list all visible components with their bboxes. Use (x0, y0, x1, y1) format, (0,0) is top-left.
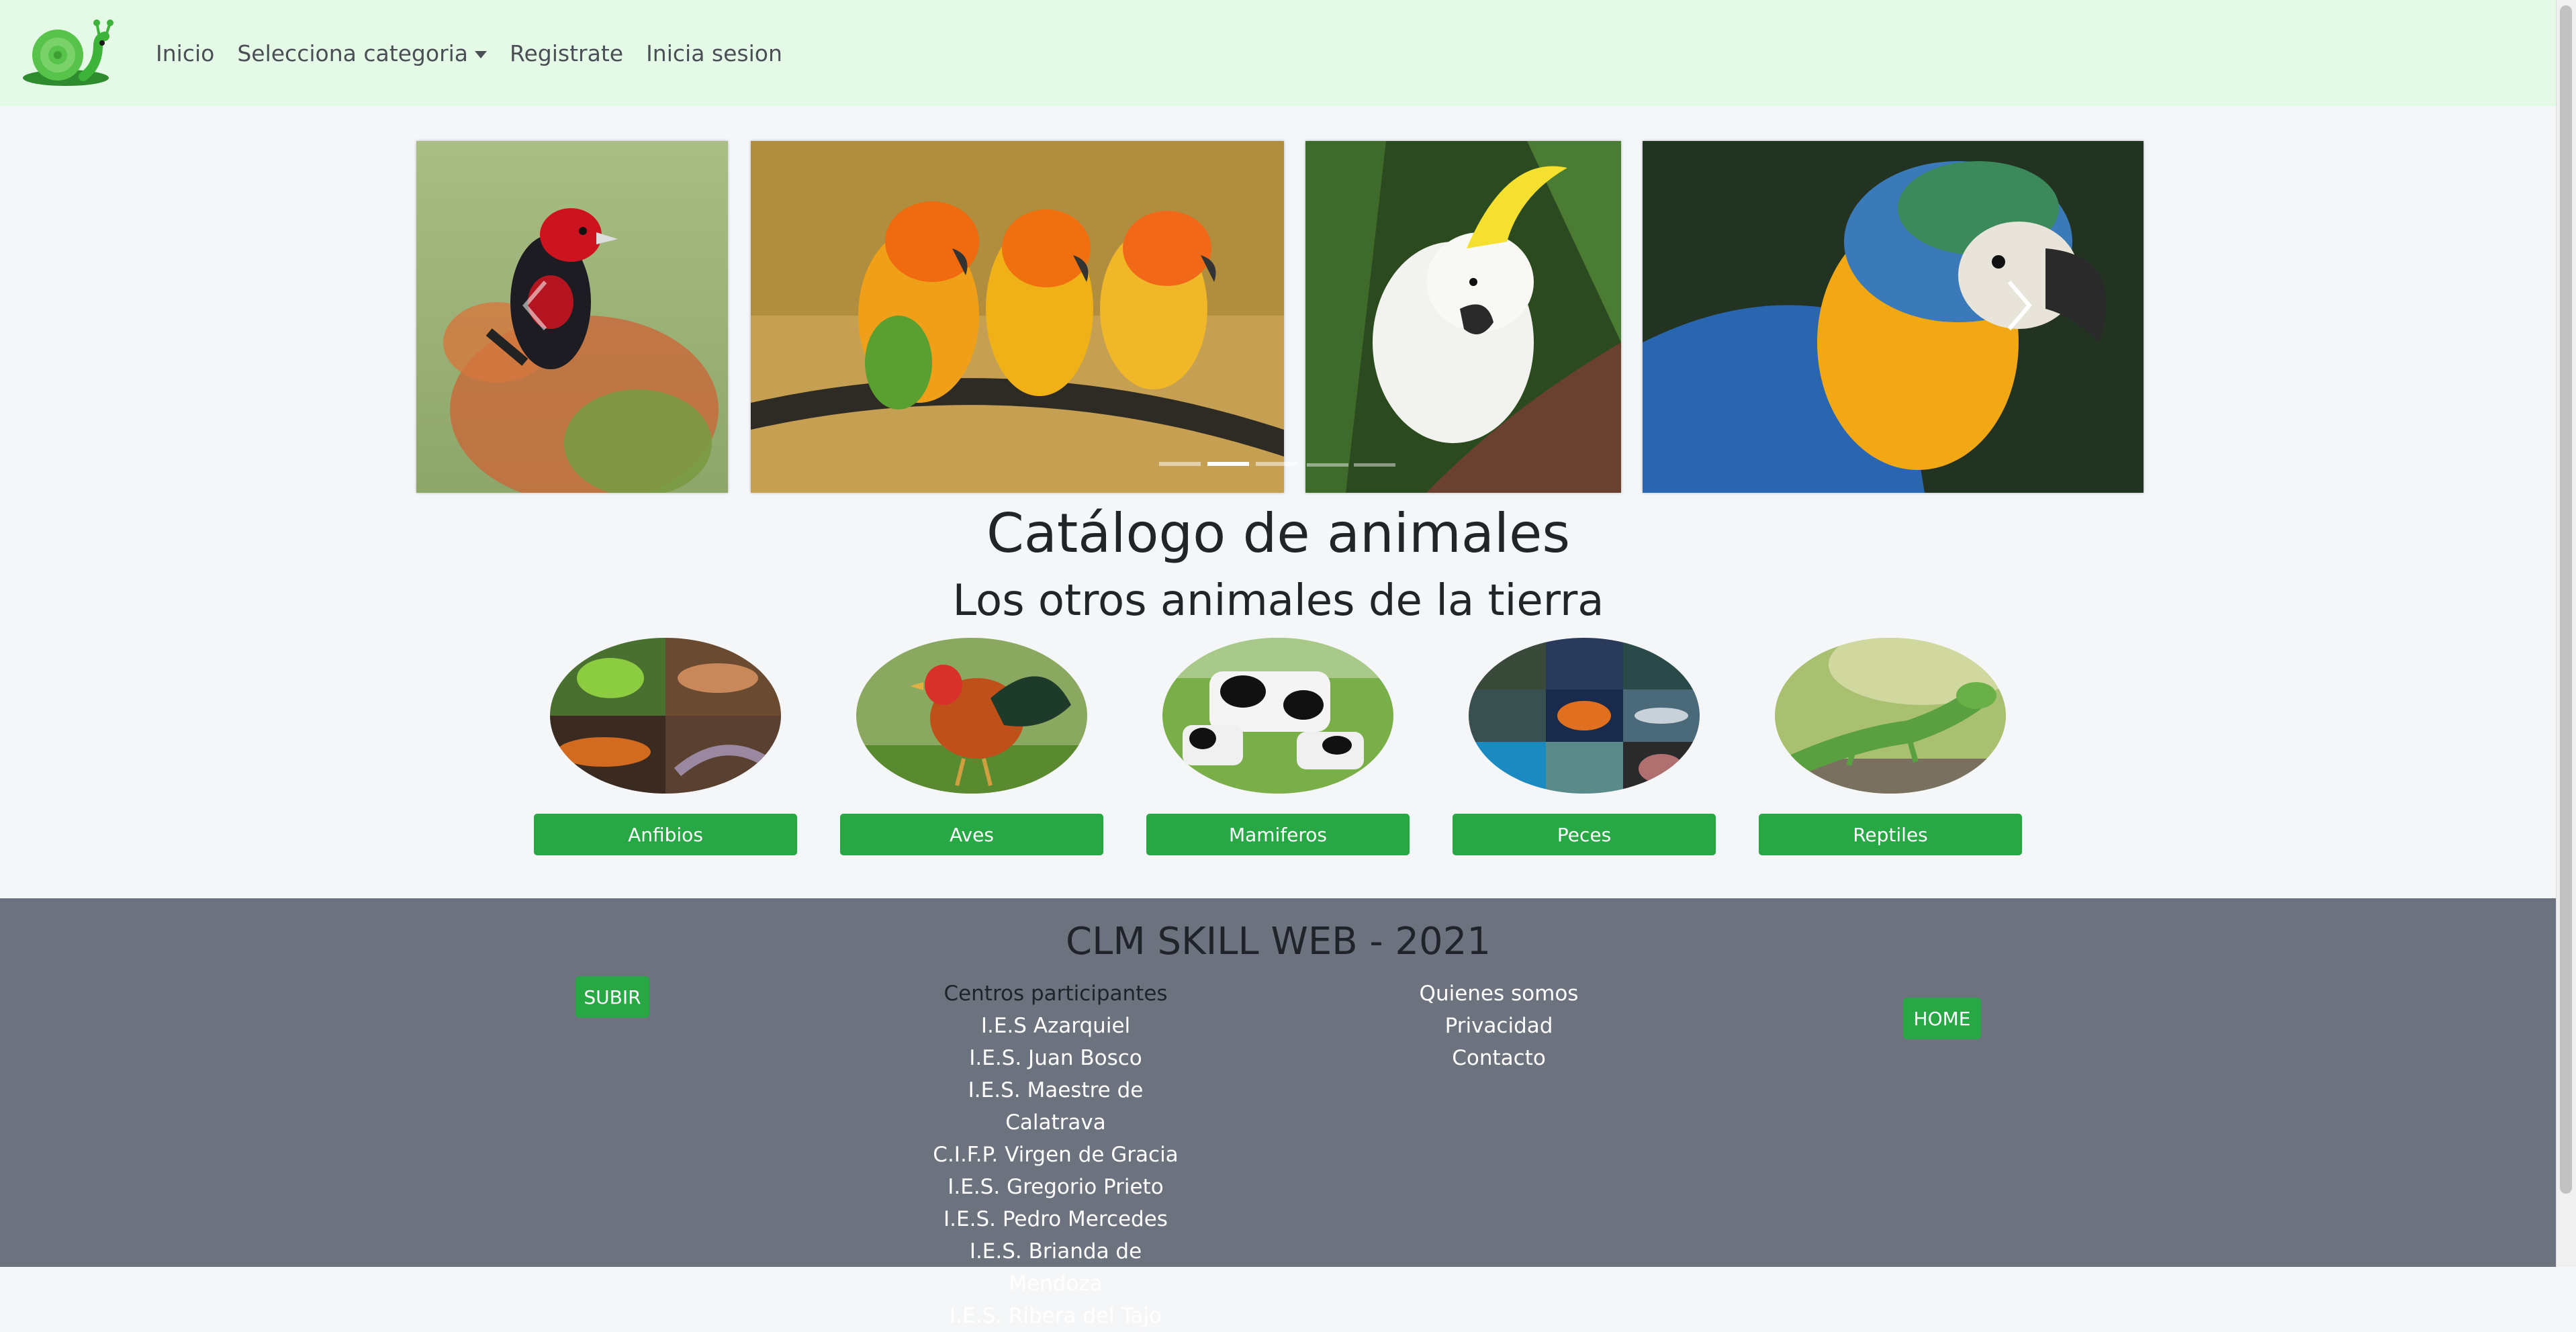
nav-dropdown-categoria[interactable]: Selecciona categoria (237, 40, 488, 66)
carousel-image-conures (751, 141, 1284, 493)
footer-link-contacto[interactable]: Contacto (1365, 1042, 1633, 1074)
footer: CLM SKILL WEB - 2021 SUBIR HOME Centros … (0, 898, 2557, 1328)
home-button[interactable]: HOME (1903, 998, 1981, 1039)
category-card-aves: Aves (840, 638, 1103, 855)
navbar: Inicio Selecciona categoria Registrate I… (0, 0, 2557, 106)
category-card-mamiferos: Mamiferos (1146, 638, 1410, 855)
caret-down-icon (475, 50, 488, 58)
category-button-reptiles[interactable]: Reptiles (1759, 814, 2022, 855)
category-image-peces[interactable] (1469, 638, 1700, 794)
footer-title: CLM SKILL WEB - 2021 (1066, 920, 1491, 963)
footer-link-quienes-somos[interactable]: Quienes somos (1365, 978, 1633, 1010)
carousel-prev-icon[interactable] (517, 275, 557, 336)
footer-centro-link[interactable]: I.E.S. Maestre de Calatrava (921, 1074, 1190, 1139)
snail-logo-icon[interactable] (19, 19, 114, 89)
footer-centro-link[interactable]: I.E.S. Ribera del Tajo (921, 1300, 1190, 1332)
carousel-image-tanager (416, 141, 728, 493)
footer-centros-heading: Centros participantes (944, 982, 1168, 1006)
footer-centro-link[interactable]: I.E.S. Gregorio Prieto (921, 1171, 1190, 1203)
nav-links: Inicio Selecciona categoria Registrate I… (156, 0, 805, 106)
carousel-indicator-secondary-2 (1354, 463, 1395, 467)
carousel-indicator-1[interactable] (1159, 462, 1201, 466)
category-image-mamiferos[interactable] (1162, 638, 1393, 794)
carousel-next-icon[interactable] (1997, 275, 2037, 336)
page-title: Catálogo de animales (986, 502, 1571, 565)
nav-dropdown-label: Selecciona categoria (237, 40, 469, 66)
page-subtitle: Los otros animales de la tierra (952, 576, 1604, 626)
carousel-indicators (1159, 462, 1297, 466)
footer-link-privacidad[interactable]: Privacidad (1365, 1010, 1633, 1042)
page-scrollbar[interactable] (2556, 0, 2576, 1267)
nav-link-registrate[interactable]: Registrate (510, 40, 623, 66)
scrollbar-thumb[interactable] (2560, 5, 2572, 1194)
carousel-indicator-2[interactable] (1207, 462, 1249, 466)
category-card-reptiles: Reptiles (1759, 638, 2022, 855)
carousel-indicator-3[interactable] (1256, 462, 1297, 466)
category-card-anfibios: Anfibios (534, 638, 797, 855)
footer-centro-link[interactable]: I.E.S. Juan Bosco (921, 1042, 1190, 1074)
category-button-aves[interactable]: Aves (840, 814, 1103, 855)
carousel-image-cockatoo (1305, 141, 1621, 493)
carousel-indicators-secondary (1307, 463, 1395, 467)
footer-info-column: Quienes somos Privacidad Contacto (1365, 978, 1633, 1074)
footer-centros-column: Centros participantes I.E.S Azarquiel I.… (921, 978, 1190, 1332)
category-image-anfibios[interactable] (550, 638, 781, 794)
nav-link-inicia-sesion[interactable]: Inicia sesion (646, 40, 782, 66)
category-card-peces: Peces (1453, 638, 1716, 855)
category-image-aves[interactable] (856, 638, 1087, 794)
carousel-indicator-secondary-1 (1307, 463, 1348, 467)
category-image-reptiles[interactable] (1775, 638, 2006, 794)
subir-button[interactable]: SUBIR (576, 976, 649, 1018)
footer-centro-link[interactable]: I.E.S. Brianda de Mendoza (921, 1235, 1190, 1300)
category-button-anfibios[interactable]: Anfibios (534, 814, 797, 855)
footer-centro-link[interactable]: I.E.S. Pedro Mercedes (921, 1203, 1190, 1235)
footer-centro-link[interactable]: C.I.F.P. Virgen de Gracia (921, 1139, 1190, 1171)
footer-centro-link[interactable]: I.E.S Azarquiel (921, 1010, 1190, 1042)
carousel-image-macaw (1643, 141, 2144, 493)
nav-link-inicio[interactable]: Inicio (156, 40, 214, 66)
category-button-peces[interactable]: Peces (1453, 814, 1716, 855)
category-button-mamiferos[interactable]: Mamiferos (1146, 814, 1410, 855)
